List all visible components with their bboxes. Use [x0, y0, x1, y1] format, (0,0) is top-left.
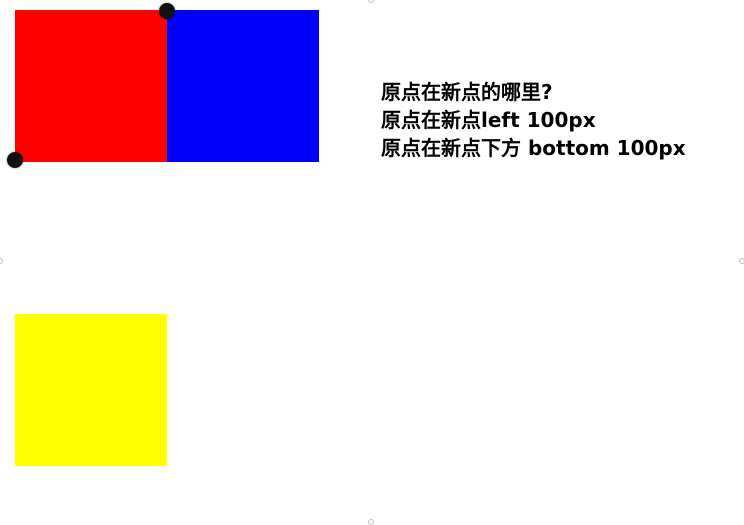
canvas: 原点在新点的哪里? 原点在新点left 100px 原点在新点下方 bottom…: [0, 0, 744, 525]
new-point-marker: [159, 3, 175, 19]
blue-square: [167, 10, 319, 162]
note-line-3: 原点在新点下方 bottom 100px: [381, 136, 686, 160]
origin-marker: [7, 152, 23, 168]
explanation-text: 原点在新点的哪里? 原点在新点left 100px 原点在新点下方 bottom…: [381, 78, 686, 162]
resize-handle-top[interactable]: [368, 0, 374, 3]
note-line-2: 原点在新点left 100px: [381, 108, 596, 132]
yellow-square: [15, 314, 167, 466]
red-square: [15, 10, 167, 162]
note-line-1: 原点在新点的哪里?: [381, 80, 553, 104]
resize-handle-left[interactable]: [0, 258, 3, 264]
resize-handle-right[interactable]: [739, 258, 744, 264]
resize-handle-bottom[interactable]: [368, 519, 374, 525]
